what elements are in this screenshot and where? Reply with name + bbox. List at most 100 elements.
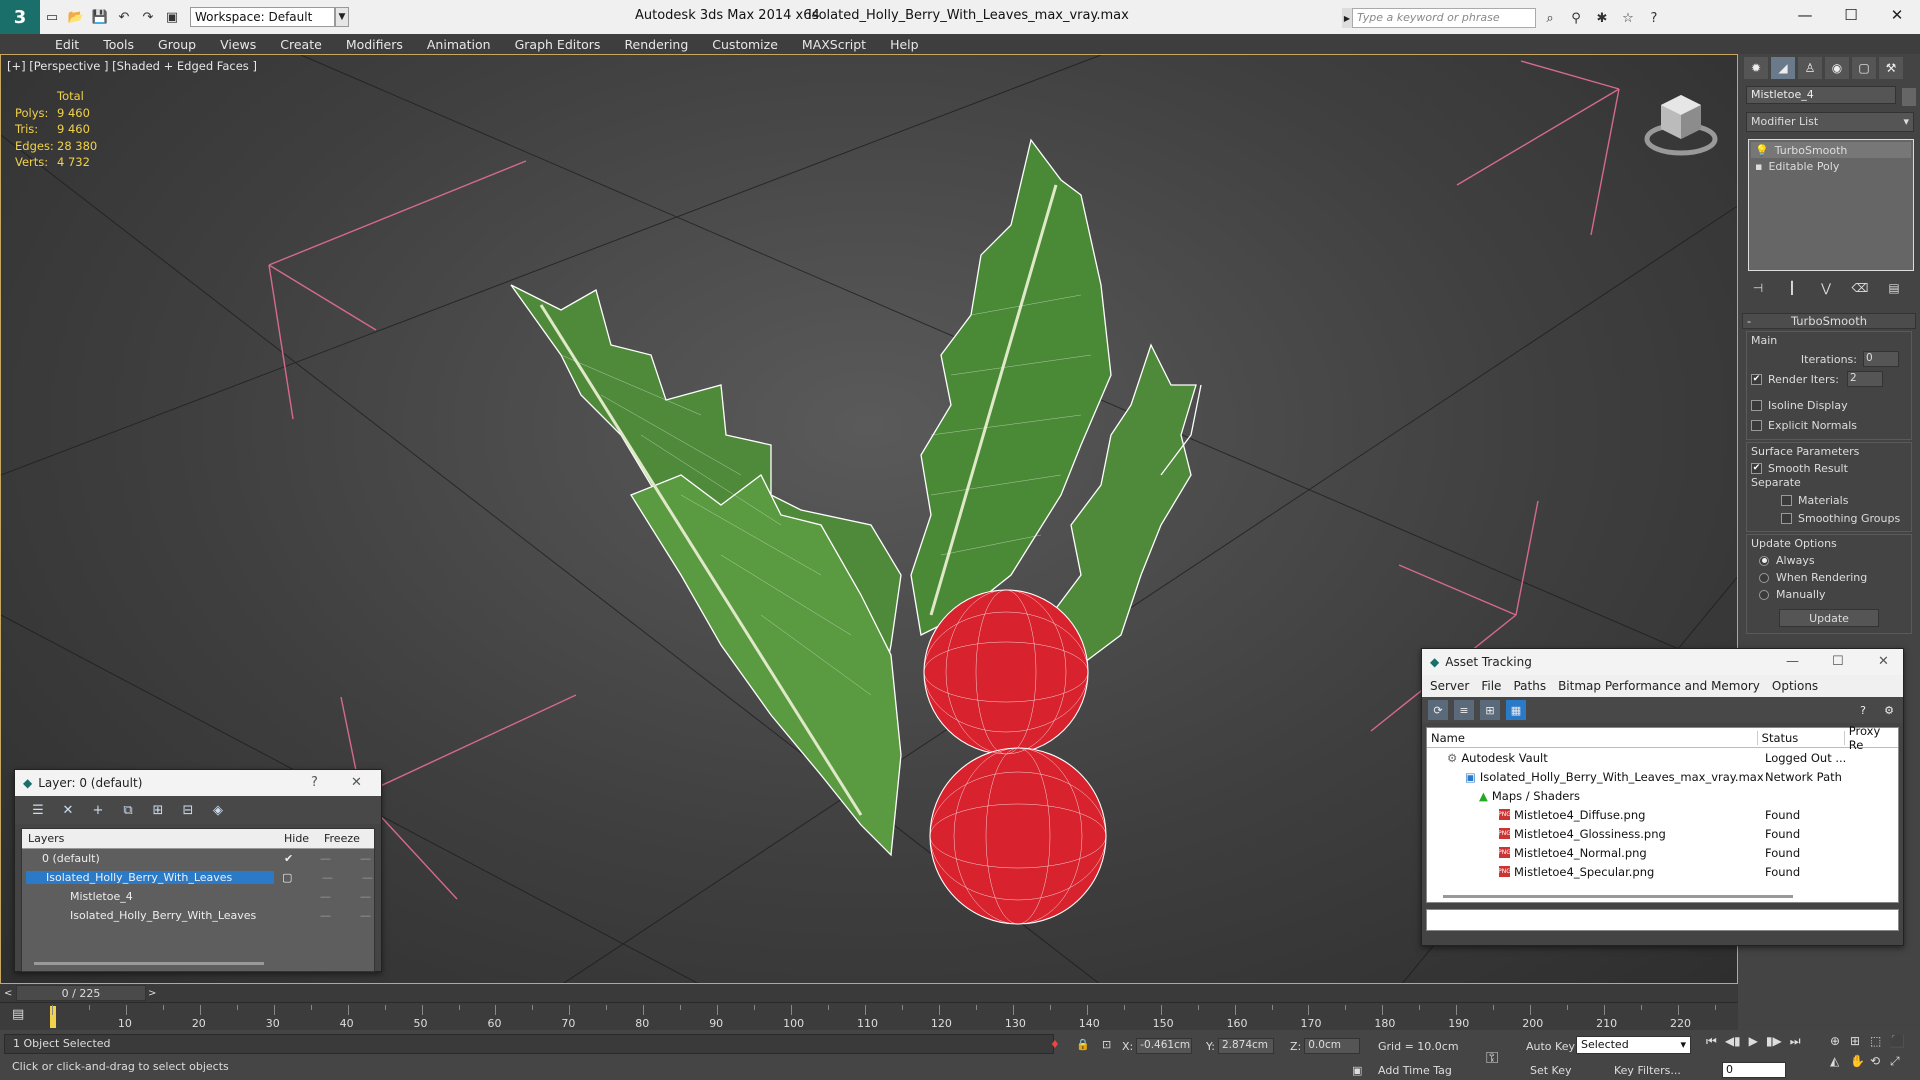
manually-radio[interactable] bbox=[1759, 589, 1769, 600]
select-layer-objects-icon[interactable]: ⊞ bbox=[149, 801, 167, 819]
update-button[interactable]: Update bbox=[1779, 609, 1879, 627]
asset-row[interactable]: PNG Mistletoe4_Normal.png Found bbox=[1427, 843, 1898, 862]
render-iters-spinner[interactable]: 2 bbox=[1846, 371, 1883, 387]
vault-settings-icon[interactable]: ⚙ bbox=[1879, 700, 1899, 720]
key-icon[interactable]: ⚿ bbox=[1486, 1048, 1498, 1068]
show-end-result-icon[interactable]: ┃ bbox=[1782, 279, 1802, 297]
zoom-icon[interactable]: ⊕ bbox=[1830, 1034, 1850, 1048]
menu-group[interactable]: Group bbox=[158, 37, 196, 52]
when-rendering-radio[interactable] bbox=[1759, 572, 1769, 583]
favorites-icon[interactable]: ☆ bbox=[1618, 8, 1638, 28]
save-icon[interactable]: 💾 bbox=[90, 7, 110, 27]
table-view-icon[interactable]: ▦ bbox=[1506, 700, 1526, 720]
next-key-icon[interactable]: ▮▶ bbox=[1766, 1034, 1782, 1049]
new-file-icon[interactable]: ▭ bbox=[42, 7, 62, 27]
asset-row[interactable]: PNG Mistletoe4_Diffuse.png Found bbox=[1427, 805, 1898, 824]
maximize-icon[interactable]: ☐ bbox=[1828, 0, 1874, 30]
modifier-list-dropdown[interactable]: Modifier List ▾ bbox=[1746, 112, 1914, 132]
app-logo-icon[interactable]: 3 bbox=[0, 0, 40, 34]
search-input[interactable]: Type a keyword or phrase bbox=[1352, 8, 1536, 28]
asset-maximize-icon[interactable]: ☐ bbox=[1832, 654, 1844, 669]
refresh-icon[interactable]: ⟳ bbox=[1428, 700, 1448, 720]
track-bar[interactable]: ▤ 10 20 30 40 50 60 70 80 90 100 110 120 130 140 150 16… bbox=[0, 1002, 1738, 1030]
menu-modifiers[interactable]: Modifiers bbox=[346, 37, 403, 52]
maximize-viewport-icon[interactable]: ⤢ bbox=[1890, 1054, 1910, 1069]
viewcube-icon[interactable] bbox=[1641, 85, 1721, 165]
create-tab-icon[interactable]: ✹ bbox=[1744, 57, 1768, 79]
lock-icon[interactable]: 🔒 bbox=[1076, 1038, 1090, 1051]
layer-panel-titlebar[interactable]: ◆ Layer: 0 (default) ? ✕ bbox=[15, 770, 381, 796]
viewport-label[interactable]: [+] [Perspective ] [Shaded + Edged Faces… bbox=[7, 59, 257, 73]
explicit-normals-checkbox[interactable] bbox=[1751, 419, 1762, 431]
minimize-icon[interactable]: — bbox=[1782, 0, 1828, 30]
asset-minimize-icon[interactable]: — bbox=[1786, 654, 1799, 669]
subscription-icon[interactable]: ⚲ bbox=[1566, 8, 1586, 28]
layer-row[interactable]: Isolated_Holly_Berry_With_Leaves — — bbox=[22, 906, 374, 925]
display-tab-icon[interactable]: ▢ bbox=[1852, 57, 1876, 79]
project-folder-icon[interactable]: ▣ bbox=[162, 7, 182, 27]
layer-row[interactable]: Mistletoe_4— — bbox=[22, 887, 374, 906]
key-mode-dropdown[interactable]: Selected ▾ bbox=[1576, 1036, 1691, 1054]
time-slider-thumb[interactable]: 0 / 225 bbox=[16, 985, 146, 1001]
asset-row[interactable]: ⚙ Autodesk Vault Logged Out ... bbox=[1427, 748, 1898, 767]
list-view-icon[interactable]: ≡ bbox=[1454, 700, 1474, 720]
stack-item-turbosmooth[interactable]: 💡 TurboSmooth bbox=[1751, 142, 1911, 158]
menu-views[interactable]: Views bbox=[220, 37, 256, 52]
hide-column-header[interactable]: Hide bbox=[284, 832, 324, 845]
pin-stack-icon[interactable]: ⊣ bbox=[1748, 279, 1768, 297]
menu-create[interactable]: Create bbox=[280, 37, 322, 52]
transform-mode-icon[interactable]: ⊡ bbox=[1102, 1038, 1111, 1051]
next-frame-icon[interactable]: > bbox=[148, 988, 156, 999]
zoom-all-icon[interactable]: ⊞ bbox=[1850, 1034, 1870, 1048]
communication-icon[interactable]: ✱ bbox=[1592, 8, 1612, 28]
key-filters-button[interactable]: Key Filters... bbox=[1614, 1064, 1681, 1077]
zoom-extents-icon[interactable]: ⬚ bbox=[1870, 1034, 1890, 1048]
asset-menu-bitmap[interactable]: Bitmap Performance and Memory bbox=[1558, 679, 1760, 693]
orbit-icon[interactable]: ⟲ bbox=[1870, 1054, 1890, 1069]
asset-row[interactable]: PNG Mistletoe4_Specular.png Found bbox=[1427, 862, 1898, 881]
isolate-icon[interactable]: ♦ bbox=[1050, 1038, 1060, 1051]
set-key-button[interactable]: Set Key bbox=[1530, 1064, 1572, 1077]
current-frame-field[interactable]: 0 bbox=[1722, 1062, 1786, 1078]
asset-row[interactable]: PNG Mistletoe4_Glossiness.png Found bbox=[1427, 824, 1898, 843]
remove-modifier-icon[interactable]: ⌫ bbox=[1850, 279, 1870, 297]
asset-row[interactable]: ▲ Maps / Shaders bbox=[1427, 786, 1898, 805]
asset-menu-server[interactable]: Server bbox=[1430, 679, 1469, 693]
stack-item-editable-poly[interactable]: ▪ Editable Poly bbox=[1751, 158, 1911, 174]
time-tag-icon[interactable]: ▣ bbox=[1352, 1064, 1362, 1077]
menu-graph-editors[interactable]: Graph Editors bbox=[515, 37, 601, 52]
z-field[interactable]: 0.0cm bbox=[1304, 1038, 1361, 1054]
materials-checkbox[interactable] bbox=[1781, 494, 1792, 506]
open-file-icon[interactable]: 📂 bbox=[66, 7, 86, 27]
search-expand-icon[interactable]: ▶ bbox=[1342, 8, 1352, 28]
undo-icon[interactable]: ↶ bbox=[114, 7, 134, 27]
always-radio[interactable] bbox=[1759, 555, 1769, 566]
layers-column-header[interactable]: Layers bbox=[22, 832, 284, 845]
current-frame-marker[interactable] bbox=[50, 1006, 56, 1028]
layer-row[interactable]: 0 (default) ✔ — — bbox=[22, 849, 374, 868]
close-icon[interactable]: ✕ bbox=[1874, 0, 1920, 30]
lightbulb-icon[interactable]: 💡 bbox=[1755, 144, 1769, 157]
menu-edit[interactable]: Edit bbox=[55, 37, 79, 52]
make-unique-icon[interactable]: ⋁ bbox=[1816, 279, 1836, 297]
modify-tab-icon[interactable]: ◢ bbox=[1771, 57, 1795, 79]
motion-tab-icon[interactable]: ◉ bbox=[1825, 57, 1849, 79]
go-to-start-icon[interactable]: ⏮ bbox=[1706, 1034, 1717, 1049]
menu-animation[interactable]: Animation bbox=[427, 37, 491, 52]
workspace-dropdown[interactable]: Workspace: Default bbox=[190, 7, 335, 27]
asset-close-icon[interactable]: ✕ bbox=[1878, 654, 1889, 669]
object-color-swatch[interactable] bbox=[1902, 88, 1916, 106]
menu-customize[interactable]: Customize bbox=[712, 37, 778, 52]
prev-frame-icon[interactable]: < bbox=[4, 988, 12, 999]
turbosmooth-rollout-header[interactable]: - TurboSmooth bbox=[1742, 313, 1916, 329]
proxy-column-header[interactable]: Proxy Re bbox=[1845, 724, 1898, 752]
utilities-tab-icon[interactable]: ⚒ bbox=[1879, 57, 1903, 79]
highlight-layer-icon[interactable]: ⊟ bbox=[179, 801, 197, 819]
y-field[interactable]: 2.874cm bbox=[1217, 1038, 1274, 1054]
isoline-checkbox[interactable] bbox=[1751, 399, 1762, 411]
configure-modifier-sets-icon[interactable]: ▤ bbox=[1884, 279, 1904, 297]
menu-maxscript[interactable]: MAXScript bbox=[802, 37, 866, 52]
x-field[interactable]: -0.461cm bbox=[1136, 1038, 1193, 1054]
hide-all-icon[interactable]: ◈ bbox=[209, 801, 227, 819]
asset-menu-file[interactable]: File bbox=[1481, 679, 1501, 693]
